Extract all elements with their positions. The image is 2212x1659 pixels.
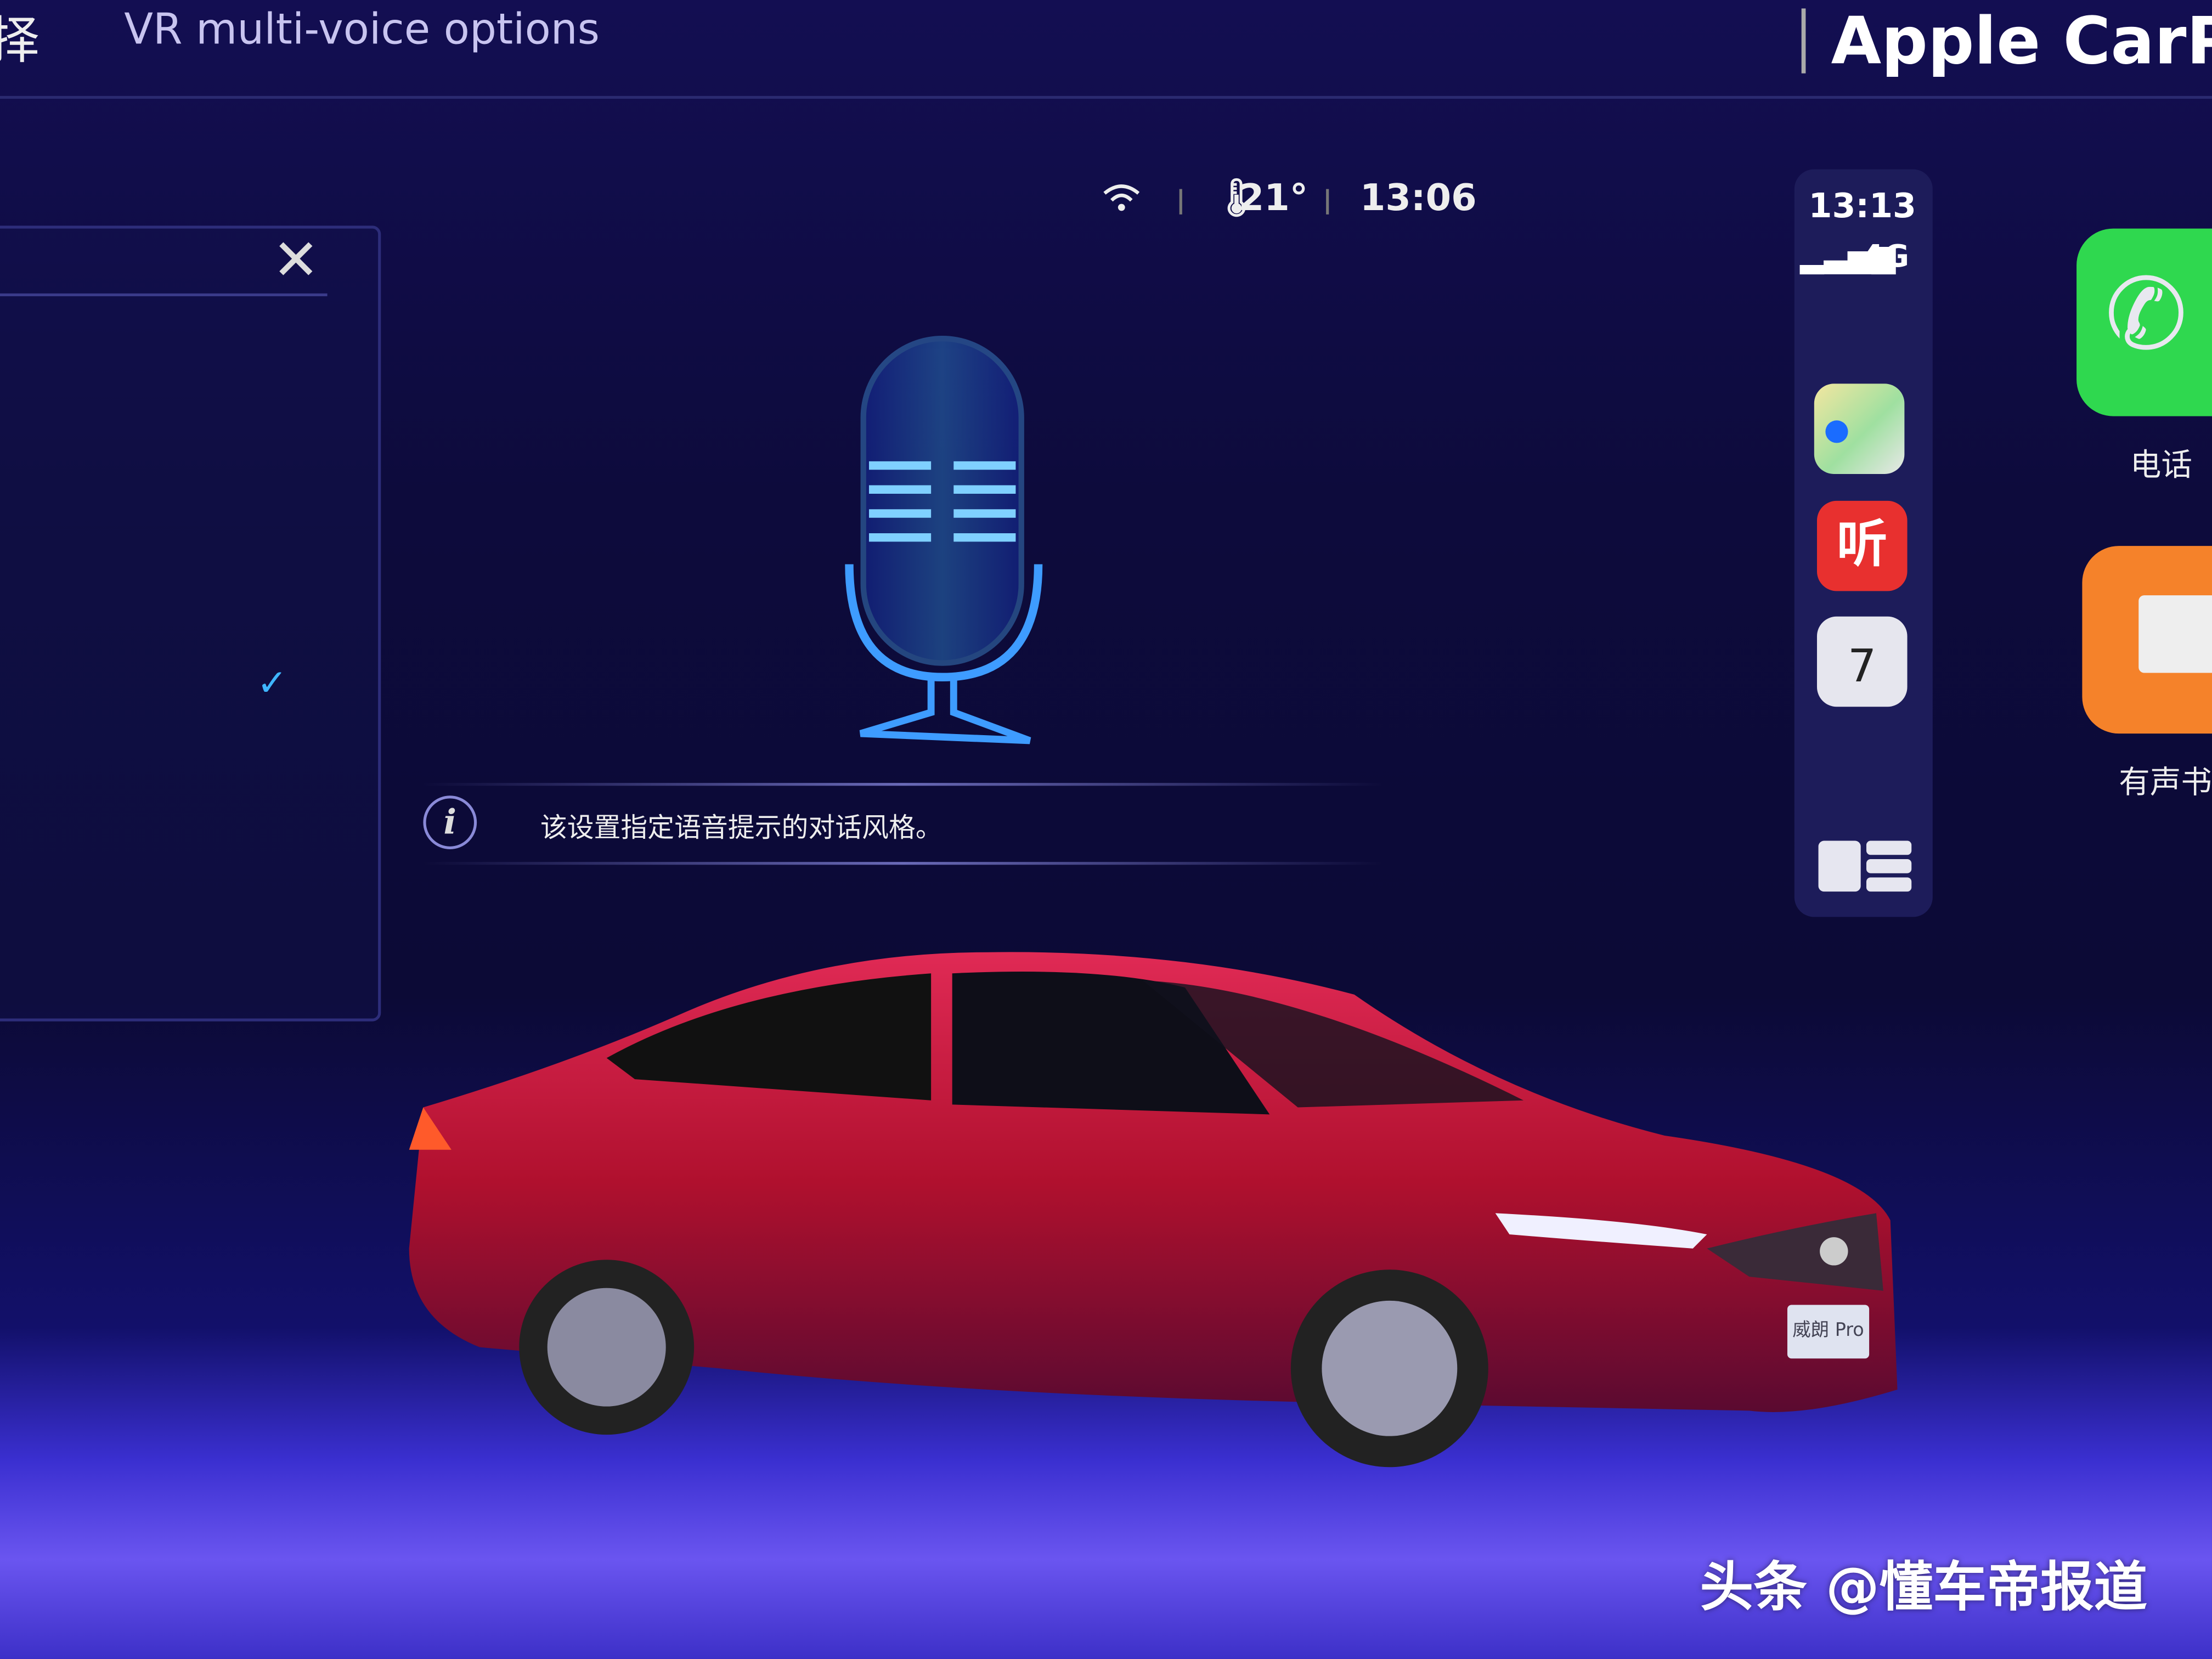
audiobooks-app-icon[interactable]: [2082, 546, 2212, 734]
phone-app-icon[interactable]: ✆: [2076, 228, 2212, 416]
maps-app-icon[interactable]: [1814, 383, 1905, 474]
info-divider-top: [423, 783, 1383, 786]
network-type: 4G: [1862, 240, 1910, 275]
info-icon[interactable]: i: [423, 795, 477, 849]
microphone-icon[interactable]: [832, 331, 1058, 754]
wifi-icon: [1103, 184, 1140, 211]
info-divider-bottom: [423, 862, 1383, 865]
license-plate: 威朗 Pro: [1787, 1305, 1870, 1359]
audiobooks-app-label: 有声书: [2119, 766, 2212, 802]
carplay-time: 13:13: [1808, 186, 1917, 226]
checkmark-icon[interactable]: ✓: [257, 663, 287, 706]
temperature: 21°: [1238, 177, 1308, 221]
settings-title: VR multi-voice options: [124, 5, 600, 55]
header-selection-char: 择: [0, 0, 40, 74]
status-divider: [1326, 189, 1329, 215]
photo: 择 VR multi-voice options Apple CarPlay ✕…: [0, 0, 2212, 1659]
options-panel: [0, 225, 381, 1022]
phone-app-label: 电话: [2130, 448, 2192, 484]
watermark: 头条 @懂车帝报道: [1700, 1556, 2148, 1618]
carplay-title: Apple CarPlay: [1831, 3, 2212, 79]
clock: 13:06: [1359, 177, 1477, 221]
status-divider: [1179, 189, 1182, 215]
close-icon[interactable]: ✕: [272, 233, 319, 289]
header-divider: [1801, 8, 1806, 74]
header-separator: [0, 95, 2212, 99]
calendar-app-icon[interactable]: 7: [1816, 616, 1908, 707]
listen-app-icon[interactable]: 听: [1816, 500, 1908, 591]
info-text: 该设置指定语音提示的对话风格。: [540, 812, 943, 844]
dashboard-icon[interactable]: [1818, 840, 1912, 892]
car: [409, 952, 1898, 1468]
